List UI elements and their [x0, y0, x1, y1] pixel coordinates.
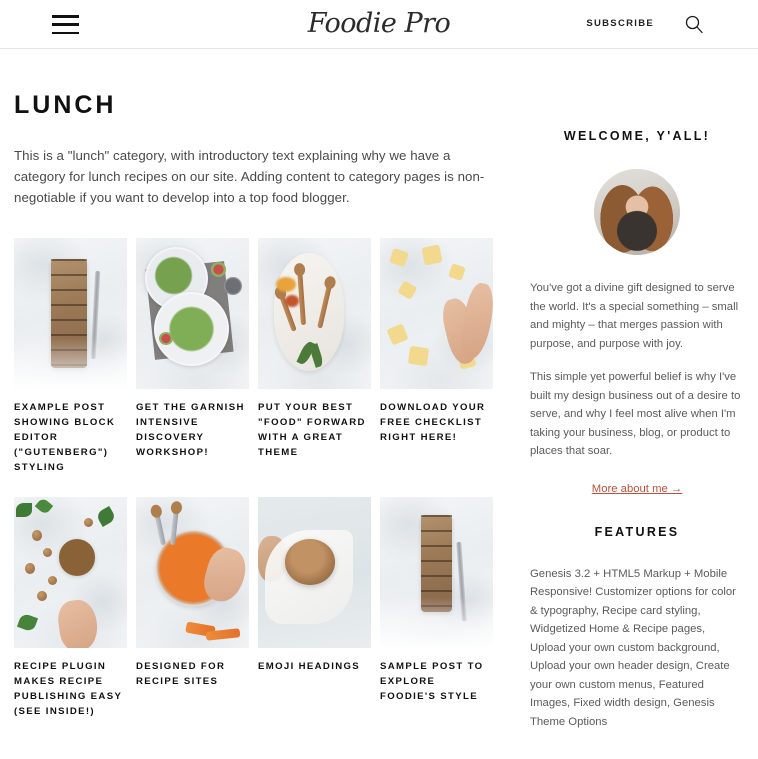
widget-title-welcome: WELCOME, Y'ALL! — [563, 129, 711, 143]
features-text: Genesis 3.2 + HTML5 Markup + Mobile Resp… — [530, 567, 736, 728]
post-thumbnail[interactable] — [380, 238, 493, 389]
post-card[interactable]: PUT YOUR BEST "FOOD" FORWARD WITH A GREA… — [258, 238, 371, 475]
post-card[interactable]: DESIGNED FOR RECIPE SITES — [136, 497, 249, 719]
post-title[interactable]: EMOJI HEADINGS — [258, 659, 371, 674]
archive-intro-text: This is a "lunch" category, with introdu… — [14, 148, 485, 205]
avatar — [594, 169, 680, 255]
post-card[interactable]: GET THE GARNISH INTENSIVE DISCOVERY WORK… — [136, 238, 249, 475]
post-thumbnail[interactable] — [14, 497, 127, 648]
post-title[interactable]: EXAMPLE POST SHOWING BLOCK EDITOR ("GUTE… — [14, 400, 127, 475]
site-header: Foodie Pro SUBSCRIBE — [0, 0, 758, 49]
post-card[interactable]: SAMPLE POST TO EXPLORE FOODIE'S STYLE — [380, 497, 493, 719]
sidebar: WELCOME, Y'ALL! You've got a divine gift… — [516, 49, 758, 759]
more-link-wrapper: More about me → — [530, 479, 744, 497]
more-about-me-link[interactable]: More about me → — [592, 483, 682, 495]
post-title[interactable]: GET THE GARNISH INTENSIVE DISCOVERY WORK… — [136, 400, 249, 460]
widget-title-features: FEATURES — [594, 524, 680, 539]
post-thumbnail[interactable] — [258, 497, 371, 648]
post-title[interactable]: PUT YOUR BEST "FOOD" FORWARD WITH A GREA… — [258, 400, 371, 460]
post-thumbnail[interactable] — [380, 497, 493, 648]
main-content: LUNCH This is a "lunch" category, with i… — [0, 49, 516, 741]
post-title[interactable]: RECIPE PLUGIN MAKES RECIPE PUBLISHING EA… — [14, 659, 127, 719]
subscribe-link[interactable]: SUBSCRIBE — [586, 18, 654, 29]
post-thumbnail[interactable] — [258, 238, 371, 389]
post-card[interactable]: DOWNLOAD YOUR FREE CHECKLIST RIGHT HERE! — [380, 238, 493, 475]
post-thumbnail[interactable] — [14, 238, 127, 389]
widget-features: FEATURES Genesis 3.2 + HTML5 Markup + Mo… — [530, 525, 744, 732]
widget-welcome: WELCOME, Y'ALL! You've got a divine gift… — [530, 129, 744, 497]
welcome-paragraph-1: You've got a divine gift designed to ser… — [530, 282, 739, 350]
post-card[interactable]: EMOJI HEADINGS — [258, 497, 371, 719]
post-title[interactable]: DOWNLOAD YOUR FREE CHECKLIST RIGHT HERE! — [380, 400, 493, 445]
post-thumbnail[interactable] — [136, 238, 249, 389]
site-inner: LUNCH This is a "lunch" category, with i… — [0, 49, 758, 759]
post-grid: EXAMPLE POST SHOWING BLOCK EDITOR ("GUTE… — [14, 238, 516, 741]
post-title[interactable]: SAMPLE POST TO EXPLORE FOODIE'S STYLE — [380, 659, 493, 704]
search-icon[interactable] — [682, 13, 706, 37]
post-card[interactable]: RECIPE PLUGIN MAKES RECIPE PUBLISHING EA… — [14, 497, 127, 719]
page-title: LUNCH — [14, 91, 117, 119]
post-thumbnail[interactable] — [136, 497, 249, 648]
post-card[interactable]: EXAMPLE POST SHOWING BLOCK EDITOR ("GUTE… — [14, 238, 127, 475]
post-title[interactable]: DESIGNED FOR RECIPE SITES — [136, 659, 249, 689]
welcome-paragraph-2: This simple yet powerful belief is why I… — [530, 371, 741, 457]
